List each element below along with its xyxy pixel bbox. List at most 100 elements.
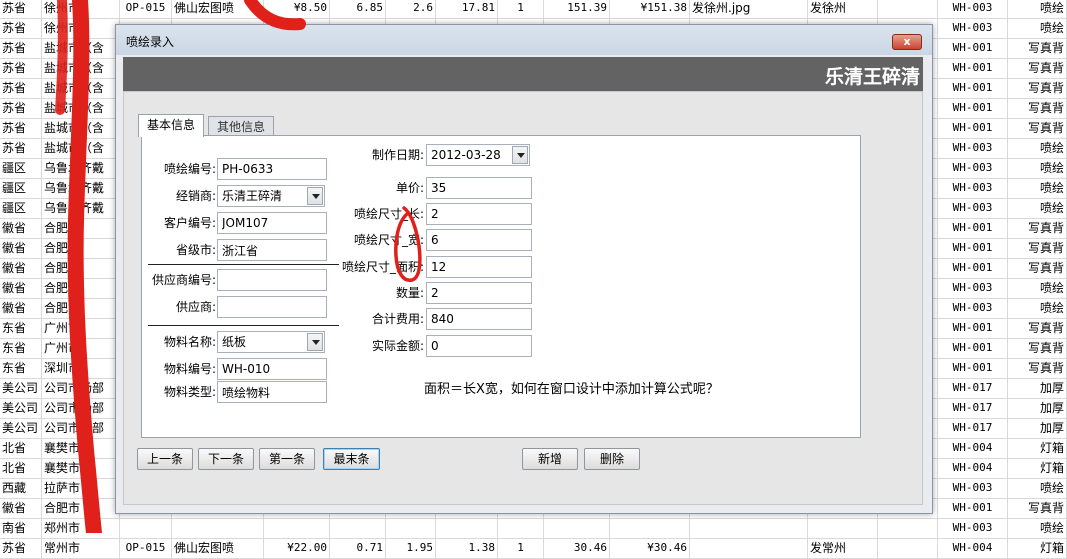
table-cell[interactable]: 徽省 bbox=[0, 258, 42, 278]
table-cell[interactable]: WH-003 bbox=[938, 278, 1008, 298]
table-cell[interactable]: 发徐州 bbox=[808, 0, 878, 18]
table-cell[interactable]: 襄樊市 bbox=[42, 438, 120, 458]
table-cell[interactable]: WH-003 bbox=[938, 518, 1008, 538]
table-cell[interactable]: 徽省 bbox=[0, 238, 42, 258]
table-cell[interactable] bbox=[544, 518, 610, 538]
add-button[interactable]: 新增 bbox=[522, 448, 578, 470]
table-cell[interactable]: 写真背 bbox=[1008, 358, 1067, 378]
tab-other-info[interactable]: 其他信息 bbox=[208, 116, 275, 137]
table-cell[interactable]: 加厚 bbox=[1008, 398, 1067, 418]
table-cell[interactable]: ¥151.38 bbox=[610, 0, 690, 18]
table-cell[interactable] bbox=[878, 538, 938, 558]
first-button[interactable]: 第一条 bbox=[259, 448, 315, 470]
table-cell[interactable]: 写真背 bbox=[1008, 238, 1067, 258]
table-cell[interactable]: 喷绘 bbox=[1008, 0, 1067, 18]
table-cell[interactable]: 写真背 bbox=[1008, 218, 1067, 238]
table-cell[interactable]: 美公司 bbox=[0, 418, 42, 438]
table-cell[interactable]: 盐城市（含 bbox=[42, 58, 120, 78]
table-cell[interactable] bbox=[436, 518, 498, 538]
table-cell[interactable]: OP-015 bbox=[120, 0, 172, 18]
table-cell[interactable]: 1 bbox=[498, 0, 544, 18]
table-cell[interactable]: 合肥市 bbox=[42, 238, 120, 258]
table-cell[interactable]: 灯箱 bbox=[1008, 458, 1067, 478]
table-cell[interactable]: 喷绘 bbox=[1008, 278, 1067, 298]
table-cell[interactable]: 苏省 bbox=[0, 138, 42, 158]
table-cell[interactable]: 苏省 bbox=[0, 78, 42, 98]
table-cell[interactable]: 东省 bbox=[0, 318, 42, 338]
table-cell[interactable]: 写真背 bbox=[1008, 98, 1067, 118]
table-cell[interactable]: 写真背 bbox=[1008, 258, 1067, 278]
table-cell[interactable]: 北省 bbox=[0, 458, 42, 478]
table-cell[interactable]: 疆区 bbox=[0, 158, 42, 178]
table-cell[interactable]: 东省 bbox=[0, 358, 42, 378]
table-cell[interactable]: ¥8.50 bbox=[264, 0, 330, 18]
material-name-combo[interactable]: 纸板 bbox=[217, 331, 325, 353]
table-cell[interactable]: 合肥市 bbox=[42, 278, 120, 298]
table-cell[interactable] bbox=[610, 518, 690, 538]
last-button[interactable]: 最末条 bbox=[323, 448, 380, 470]
table-cell[interactable]: 公司市场部 bbox=[42, 398, 120, 418]
table-cell[interactable]: 西藏 bbox=[0, 478, 42, 498]
table-cell[interactable]: 疆区 bbox=[0, 178, 42, 198]
customer-code-input[interactable] bbox=[217, 212, 327, 234]
table-cell[interactable]: 徐州市 bbox=[42, 18, 120, 38]
table-cell[interactable]: 美公司 bbox=[0, 398, 42, 418]
table-cell[interactable]: 徽省 bbox=[0, 298, 42, 318]
table-cell[interactable]: WH-004 bbox=[938, 538, 1008, 558]
table-cell[interactable]: WH-001 bbox=[938, 238, 1008, 258]
table-cell[interactable]: 公司市场部 bbox=[42, 378, 120, 398]
table-cell[interactable] bbox=[878, 0, 938, 18]
table-cell[interactable]: 喷绘 bbox=[1008, 198, 1067, 218]
table-cell[interactable]: 灯箱 bbox=[1008, 538, 1067, 558]
table-cell[interactable]: 襄樊市 bbox=[42, 458, 120, 478]
material-code-input[interactable] bbox=[217, 358, 327, 380]
table-cell[interactable]: WH-003 bbox=[938, 18, 1008, 38]
table-cell[interactable]: 灯箱 bbox=[1008, 438, 1067, 458]
table-cell[interactable]: 广州市 bbox=[42, 338, 120, 358]
close-button[interactable]: x bbox=[892, 34, 922, 50]
tab-basic-info[interactable]: 基本信息 bbox=[138, 114, 205, 137]
table-cell[interactable]: 盐城市（含 bbox=[42, 138, 120, 158]
table-cell[interactable]: ¥30.46 bbox=[610, 538, 690, 558]
table-cell[interactable]: 0.71 bbox=[330, 538, 386, 558]
table-cell[interactable]: WH-001 bbox=[938, 218, 1008, 238]
table-cell[interactable]: 常州市 bbox=[42, 538, 120, 558]
table-cell[interactable] bbox=[386, 518, 436, 538]
table-cell[interactable]: 喷绘 bbox=[1008, 158, 1067, 178]
table-cell[interactable]: 佛山宏图喷 bbox=[172, 538, 264, 558]
actual-input[interactable] bbox=[426, 335, 532, 357]
table-cell[interactable]: 苏省 bbox=[0, 58, 42, 78]
table-cell[interactable]: 17.81 bbox=[436, 0, 498, 18]
table-cell[interactable]: 徽省 bbox=[0, 278, 42, 298]
table-cell[interactable]: 盐城市（含 bbox=[42, 98, 120, 118]
table-cell[interactable]: 写真背 bbox=[1008, 78, 1067, 98]
table-cell[interactable]: 合肥市 bbox=[42, 258, 120, 278]
table-cell[interactable]: 写真背 bbox=[1008, 38, 1067, 58]
table-cell[interactable]: 疆区 bbox=[0, 198, 42, 218]
quantity-input[interactable] bbox=[426, 282, 532, 304]
table-cell[interactable]: WH-001 bbox=[938, 78, 1008, 98]
delete-button[interactable]: 删除 bbox=[584, 448, 640, 470]
table-cell[interactable]: WH-001 bbox=[938, 98, 1008, 118]
table-cell[interactable] bbox=[808, 518, 878, 538]
width-input[interactable] bbox=[426, 229, 532, 251]
next-button[interactable]: 下一条 bbox=[198, 448, 254, 470]
table-cell[interactable]: 1.95 bbox=[386, 538, 436, 558]
table-cell[interactable]: 盐城市（含 bbox=[42, 78, 120, 98]
supplier-code-input[interactable] bbox=[217, 269, 327, 291]
table-cell[interactable]: 写真背 bbox=[1008, 118, 1067, 138]
table-cell[interactable]: 合肥市 bbox=[42, 218, 120, 238]
table-cell[interactable] bbox=[330, 518, 386, 538]
area-input[interactable] bbox=[426, 256, 532, 278]
material-type-input[interactable] bbox=[217, 381, 327, 403]
table-cell[interactable]: 广州市 bbox=[42, 318, 120, 338]
table-cell[interactable]: 苏省 bbox=[0, 18, 42, 38]
table-cell[interactable]: 苏省 bbox=[0, 98, 42, 118]
table-cell[interactable]: 喷绘 bbox=[1008, 298, 1067, 318]
table-cell[interactable]: 苏省 bbox=[0, 538, 42, 558]
table-cell[interactable]: WH-017 bbox=[938, 398, 1008, 418]
table-cell[interactable]: WH-003 bbox=[938, 138, 1008, 158]
table-cell[interactable]: 写真背 bbox=[1008, 498, 1067, 518]
table-cell[interactable]: WH-003 bbox=[938, 178, 1008, 198]
table-cell[interactable]: WH-001 bbox=[938, 318, 1008, 338]
